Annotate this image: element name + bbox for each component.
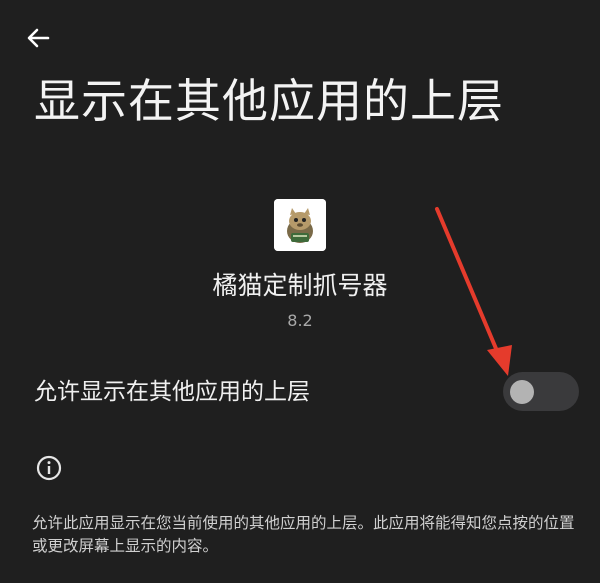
app-version: 8.2 (287, 311, 313, 330)
arrow-left-icon (27, 28, 50, 48)
screen: 显示在其他应用的上层 橘猫定制抓号器 8.2 允许显示在其他应用的上层 允许此应… (0, 0, 600, 583)
app-name: 橘猫定制抓号器 (212, 271, 388, 300)
back-button[interactable] (20, 22, 56, 54)
permission-setting-label: 允许显示在其他应用的上层 (34, 379, 310, 405)
toggle-thumb (510, 380, 534, 404)
app-cat-icon (274, 199, 326, 251)
page-title: 显示在其他应用的上层 (34, 74, 504, 128)
permission-description: 允许此应用显示在您当前使用的其他应用的上层。此应用将能得知您点按的位置或更改屏幕… (32, 514, 575, 555)
permission-setting-row[interactable]: 允许显示在其他应用的上层 (0, 360, 600, 424)
permission-toggle[interactable] (503, 372, 579, 411)
info-icon (36, 455, 62, 481)
